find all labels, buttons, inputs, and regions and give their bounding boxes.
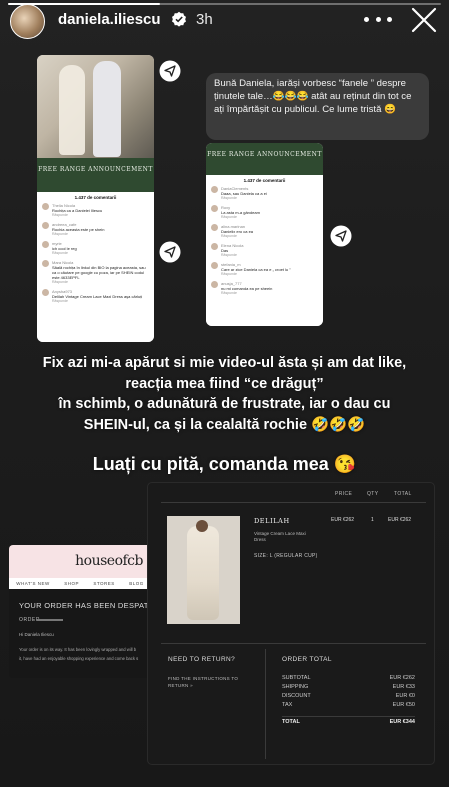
caption-line: Fix azi mi-a apărut si mie video-ul ăsta… — [42, 355, 407, 392]
product-image — [167, 516, 240, 624]
nav-item: WHAT'S NEW — [16, 581, 50, 586]
nav-item: SHOP — [64, 581, 79, 586]
story-caption: Fix azi mi-a apărut si mie video-ul ăsta… — [0, 353, 449, 435]
product-size: SIZE: L (REGULAR CUP) — [254, 553, 318, 559]
total-header: TOTAL — [394, 491, 412, 497]
summary-row: DISCOUNT EUR €0 — [282, 693, 415, 699]
tiktok-screenshot-left: FREE RANGE ANNOUNCEMENT 1.437 de comenta… — [37, 55, 154, 342]
comments-panel: 1.437 de comentarii Thelia Nicola Rochița… — [37, 192, 154, 342]
story-caption-large: Luați cu pită, comanda mea 😘 — [92, 454, 357, 474]
comment-item: Anysha973 Delilah Vintage Cream Lace Maxi… — [42, 289, 149, 304]
banner-text: FREE RANGE ANNOUNCEMENT — [38, 166, 153, 173]
more-options-icon[interactable] — [364, 12, 392, 26]
avatar[interactable] — [10, 4, 45, 39]
comments-header: 1.437 de comentarii — [243, 178, 286, 183]
banner: FREE RANGE ANNOUNCEMENT — [37, 158, 154, 192]
tiktok-screenshot-right: FREE RANGE ANNOUNCEMENT 1.437 de comenta… — [206, 143, 323, 326]
comment-item: Roxy La asta m-a gândeam Răspunde — [211, 205, 318, 220]
username[interactable]: daniela.iliescu — [58, 11, 161, 28]
summary-row: SUBTOTAL EUR €262 — [282, 675, 415, 681]
comment-item: anusja_777 nu mi comanda ea pe sheein Răsp… — [211, 281, 318, 296]
comments-panel: 1.437 de comentarii DaniaClements Daaa, s… — [206, 175, 323, 326]
banner-text: FREE RANGE ANNOUNCEMENT — [207, 151, 322, 158]
comment-item: alina.marinan Danielix ero ca ea Răspunde — [211, 224, 318, 239]
verified-badge-icon — [172, 11, 186, 27]
comments-header: 1.437 de comentarii — [74, 195, 117, 200]
share-icon[interactable] — [330, 225, 352, 247]
divider — [161, 502, 426, 503]
order-summary-screenshot: PRICE QTY TOTAL DELILAH Vintage Cream La… — [147, 482, 435, 765]
nav-item: STORES — [93, 581, 115, 586]
return-title: NEED TO RETURN? — [168, 656, 236, 663]
email-greeting: Hi Daniela Iliescu — [19, 632, 54, 637]
nav-item: BLOG — [129, 581, 144, 586]
share-icon[interactable] — [159, 241, 181, 263]
qty-header: QTY — [367, 491, 379, 497]
email-title: YOUR ORDER HAS BEEN DESPATCHED — [19, 601, 151, 610]
summary-row: SHIPPING EUR €33 — [282, 684, 415, 690]
close-icon[interactable] — [410, 6, 438, 34]
video-thumbnail — [37, 55, 154, 158]
price-header: PRICE — [335, 491, 353, 497]
story-viewer: daniela.iliescu 3h FREE RANGE ANNOUNCEME… — [0, 0, 449, 787]
email-nav: WHAT'S NEW SHOP STORES BLOG — [9, 578, 151, 589]
comment-item: Elena Nicola Das Răspunde — [211, 243, 318, 258]
product-total: EUR €262 — [388, 517, 412, 523]
product-description: Vintage Cream Lace Maxi Dress — [254, 531, 306, 542]
story-progress-bar — [8, 3, 441, 5]
order-total-title: ORDER TOTAL — [282, 656, 332, 663]
email-body: Your order is on its way. It has been lo… — [19, 647, 139, 661]
divider — [265, 649, 266, 759]
comment-item: Mara Nicola Săală rochița în linkul din B… — [42, 260, 149, 285]
message-bubble: Bună Daniela, iarăși vorbesc “fanele ” d… — [206, 73, 429, 140]
banner: FREE RANGE ANNOUNCEMENT — [206, 143, 323, 175]
summary-total-row: TOTAL EUR €344 — [282, 719, 415, 725]
divider — [282, 716, 415, 717]
summary-row: TAX EUR €50 — [282, 702, 415, 708]
divider — [161, 643, 426, 644]
return-link[interactable]: FIND THE INSTRUCTIONS TO RETURN » — [168, 675, 248, 689]
caption-line: în schimb, o adunătură de frustrate, iar… — [58, 396, 391, 433]
order-email-screenshot: houseofcb WHAT'S NEW SHOP STORES BLOG YO… — [9, 545, 151, 678]
comment-item: andreea_cafe Rochia aceasta este pe shein… — [42, 222, 149, 237]
comment-item: myrie ich cool le reg Răspunde — [42, 241, 149, 256]
share-icon[interactable] — [159, 60, 181, 82]
comment-item: stefania_m Care ar zice Daniela ca ea e „… — [211, 262, 318, 277]
brand-logo: houseofcb — [75, 553, 143, 569]
product-name: DELILAH — [254, 517, 290, 525]
comment-item: DaniaClements Daaa, sau Daniela ca a ei Ră… — [211, 186, 318, 201]
comment-item: Thelia Nicola Rochița ca a Danielei Ilies… — [42, 203, 149, 218]
post-time: 3h — [196, 11, 213, 28]
redacted-order-number — [37, 619, 63, 621]
product-price: EUR €262 — [331, 517, 355, 523]
product-qty: 1 — [371, 517, 374, 523]
